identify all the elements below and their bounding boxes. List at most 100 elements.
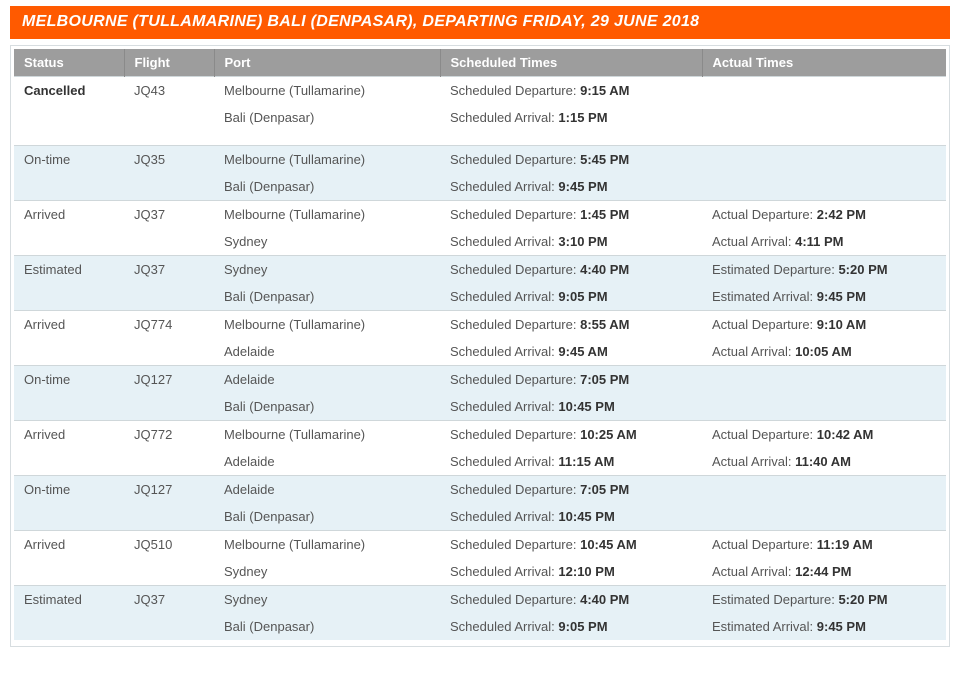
scheduled-arr-label: Scheduled Arrival: [450, 234, 558, 249]
flight-number: JQ35 [134, 152, 165, 167]
scheduled-arr-label: Scheduled Arrival: [450, 289, 558, 304]
actual-arr-time: 12:44 PM [795, 564, 851, 579]
arrival-port: Bali (Denpasar) [224, 110, 314, 125]
scheduled-dep-label: Scheduled Departure: [450, 592, 580, 607]
scheduled-dep-time: 1:45 PM [580, 207, 629, 222]
scheduled-arr-time: 9:45 AM [558, 344, 607, 359]
arrival-port: Sydney [224, 234, 267, 249]
estimated-dep-time: 5:20 PM [838, 262, 887, 277]
flight-row-departure: ArrivedJQ774Melbourne (Tullamarine)Sched… [14, 311, 946, 339]
scheduled-arr-label: Scheduled Arrival: [450, 399, 558, 414]
spacer-row [14, 131, 946, 146]
scheduled-arr-time: 1:15 PM [558, 110, 607, 125]
flight-row-departure: EstimatedJQ37SydneyScheduled Departure: … [14, 256, 946, 284]
col-status: Status [14, 49, 124, 77]
flight-row-departure: ArrivedJQ37Melbourne (Tullamarine)Schedu… [14, 201, 946, 229]
estimated-dep-label: Estimated Departure: [712, 592, 838, 607]
status-text: On-time [24, 372, 70, 387]
scheduled-arr-time: 10:45 PM [558, 399, 614, 414]
estimated-arr-time: 9:45 PM [817, 619, 866, 634]
departure-port: Adelaide [224, 482, 275, 497]
scheduled-dep-label: Scheduled Departure: [450, 482, 580, 497]
flight-row-departure: EstimatedJQ37SydneyScheduled Departure: … [14, 586, 946, 614]
scheduled-dep-time: 4:40 PM [580, 262, 629, 277]
actual-dep-label: Actual Departure: [712, 427, 817, 442]
col-actual: Actual Times [702, 49, 946, 77]
arrival-port: Adelaide [224, 454, 275, 469]
departure-port: Melbourne (Tullamarine) [224, 317, 365, 332]
flight-row-arrival: Bali (Denpasar)Scheduled Arrival: 9:45 P… [14, 173, 946, 201]
status-text: Cancelled [24, 83, 85, 98]
flight-row-departure: On-time JQ35 Melbourne (Tullamarine) Schedu… [14, 146, 946, 174]
scheduled-dep-label: Scheduled Departure: [450, 152, 580, 167]
header-row: Status Flight Port Scheduled Times Actua… [14, 49, 946, 77]
arrival-port: Bali (Denpasar) [224, 179, 314, 194]
flight-number: JQ37 [134, 592, 165, 607]
departure-port: Melbourne (Tullamarine) [224, 83, 365, 98]
arrival-port: Sydney [224, 564, 267, 579]
flight-row-departure: On-time JQ127 Adelaide Scheduled Departure:… [14, 476, 946, 504]
col-port: Port [214, 49, 440, 77]
flight-row-arrival: Adelaide Scheduled Arrival: 9:45 AM Actual… [14, 338, 946, 366]
scheduled-dep-label: Scheduled Departure: [450, 83, 580, 98]
departure-port: Adelaide [224, 372, 275, 387]
actual-arr-label: Actual Arrival: [712, 564, 795, 579]
departure-port: Sydney [224, 262, 267, 277]
actual-arr-time: 11:40 AM [795, 454, 851, 469]
status-text: Arrived [24, 207, 65, 222]
scheduled-arr-label: Scheduled Arrival: [450, 454, 558, 469]
scheduled-dep-time: 7:05 PM [580, 372, 629, 387]
scheduled-arr-time: 9:45 PM [558, 179, 607, 194]
arrival-port: Bali (Denpasar) [224, 399, 314, 414]
scheduled-arr-label: Scheduled Arrival: [450, 110, 558, 125]
flight-number: JQ774 [134, 317, 172, 332]
flight-row-arrival: Bali (Denpasar) Scheduled Arrival: 10:45 … [14, 393, 946, 421]
flight-table: Status Flight Port Scheduled Times Actua… [14, 49, 946, 640]
page-title: MELBOURNE (TULLAMARINE) BALI (DENPASAR),… [10, 6, 950, 39]
scheduled-dep-label: Scheduled Departure: [450, 537, 580, 552]
scheduled-dep-label: Scheduled Departure: [450, 262, 580, 277]
flight-row-arrival: Bali (Denpasar)Scheduled Arrival: 9:05 P… [14, 283, 946, 311]
status-text: On-time [24, 152, 70, 167]
flight-row-departure: ArrivedJQ510Melbourne (Tullamarine)Sched… [14, 531, 946, 559]
departure-port: Melbourne (Tullamarine) [224, 537, 365, 552]
actual-dep-label: Actual Departure: [712, 537, 817, 552]
estimated-arr-label: Estimated Arrival: [712, 289, 817, 304]
actual-dep-label: Actual Departure: [712, 317, 817, 332]
scheduled-dep-label: Scheduled Departure: [450, 372, 580, 387]
actual-arr-label: Actual Arrival: [712, 454, 795, 469]
flight-number: JQ37 [134, 207, 165, 222]
status-text: On-time [24, 482, 70, 497]
status-text: Estimated [24, 592, 82, 607]
flight-row-departure: On-timeJQ127AdelaideScheduled Departure:… [14, 366, 946, 394]
flight-number: JQ127 [134, 482, 172, 497]
actual-dep-time: 9:10 AM [817, 317, 866, 332]
scheduled-arr-time: 9:05 PM [558, 619, 607, 634]
scheduled-dep-time: 7:05 PM [580, 482, 629, 497]
scheduled-dep-label: Scheduled Departure: [450, 317, 580, 332]
scheduled-dep-time: 10:45 AM [580, 537, 637, 552]
flight-board: Status Flight Port Scheduled Times Actua… [10, 45, 950, 647]
col-flight: Flight [124, 49, 214, 77]
status-text: Arrived [24, 537, 65, 552]
scheduled-dep-time: 8:55 AM [580, 317, 629, 332]
actual-dep-time: 10:42 AM [817, 427, 874, 442]
scheduled-dep-label: Scheduled Departure: [450, 427, 580, 442]
scheduled-dep-time: 9:15 AM [580, 83, 629, 98]
scheduled-dep-time: 10:25 AM [580, 427, 637, 442]
scheduled-arr-label: Scheduled Arrival: [450, 344, 558, 359]
scheduled-arr-time: 9:05 PM [558, 289, 607, 304]
departure-port: Melbourne (Tullamarine) [224, 152, 365, 167]
departure-port: Sydney [224, 592, 267, 607]
actual-arr-time: 4:11 PM [795, 234, 843, 249]
actual-dep-label: Actual Departure: [712, 207, 817, 222]
arrival-port: Adelaide [224, 344, 275, 359]
actual-arr-label: Actual Arrival: [712, 234, 795, 249]
estimated-arr-label: Estimated Arrival: [712, 619, 817, 634]
scheduled-arr-time: 10:45 PM [558, 509, 614, 524]
flight-row-arrival: Bali (Denpasar)Scheduled Arrival: 9:05 P… [14, 613, 946, 640]
flight-row-departure: ArrivedJQ772Melbourne (Tullamarine)Sched… [14, 421, 946, 449]
actual-arr-label: Actual Arrival: [712, 344, 795, 359]
scheduled-arr-time: 3:10 PM [558, 234, 607, 249]
flight-row-arrival: Sydney Scheduled Arrival: 3:10 PM Actual A… [14, 228, 946, 256]
